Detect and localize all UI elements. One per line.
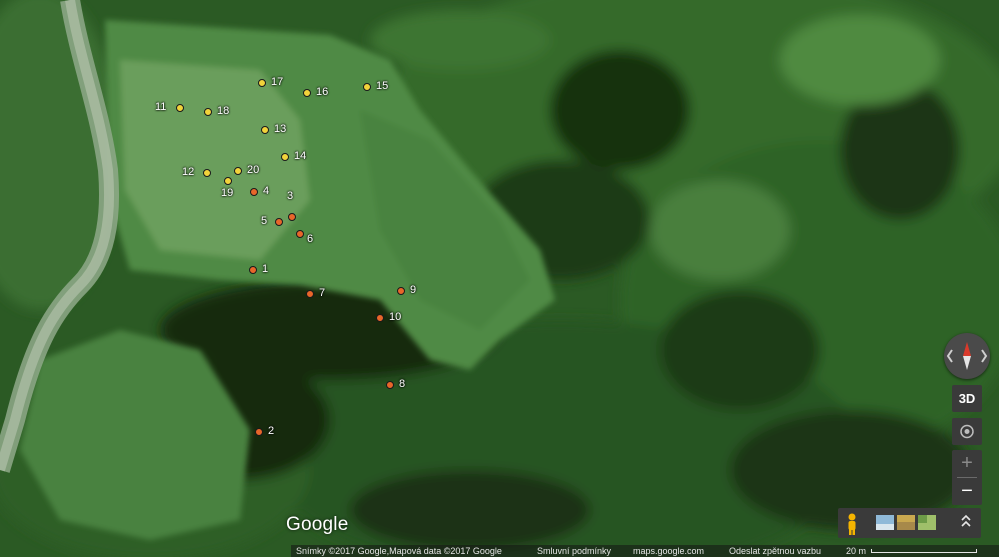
marker-label-9: 9 [410,284,417,296]
map-marker-14[interactable] [281,153,289,161]
map-marker-16[interactable] [303,89,311,97]
map-marker-17[interactable] [258,79,266,87]
pegman-icon[interactable] [848,513,856,536]
marker-label-18: 18 [217,105,230,117]
zoom-control: + − [952,450,982,505]
attribution-text: Snímky ©2017 Google,Mapová data ©2017 Go… [296,546,502,556]
map-marker-13[interactable] [261,126,269,134]
map-marker-12[interactable] [203,169,211,177]
terms-link[interactable]: Smluvní podmínky [537,546,611,557]
marker-label-11: 11 [155,101,167,113]
zoom-out-button[interactable]: − [952,478,982,505]
my-location-button[interactable] [952,418,982,445]
marker-label-2: 2 [268,425,275,437]
map-marker-18[interactable] [204,108,212,116]
marker-label-4: 4 [263,185,270,197]
satellite-map[interactable] [0,0,999,557]
map-marker-9[interactable] [397,287,405,295]
zoom-in-button[interactable]: + [952,450,982,477]
marker-label-5: 5 [261,215,268,227]
marker-label-8: 8 [399,378,406,390]
map-marker-4[interactable] [250,188,258,196]
3d-button[interactable]: 3D [952,385,982,412]
layer-bar [838,508,981,538]
marker-label-3: 3 [287,190,294,202]
marker-label-6: 6 [307,233,314,245]
chevron-up-icon[interactable] [961,514,971,527]
compass-icon[interactable] [944,333,990,379]
map-marker-15[interactable] [363,83,371,91]
map-marker-3[interactable] [288,213,296,221]
marker-label-12: 12 [182,166,195,178]
map-marker-6[interactable] [296,230,304,238]
map-marker-7[interactable] [306,290,314,298]
marker-label-16: 16 [316,86,329,98]
marker-label-13: 13 [274,123,287,135]
map-marker-8[interactable] [386,381,394,389]
marker-label-19: 19 [221,187,234,199]
map-marker-10[interactable] [376,314,384,322]
feedback-link[interactable]: Odeslat zpětnou vazbu [729,546,821,557]
maps-link[interactable]: maps.google.com [633,546,704,557]
location-target-icon [960,424,974,439]
marker-label-1: 1 [262,263,269,275]
imagery-thumbnails[interactable] [876,515,936,530]
map-marker-20[interactable] [234,167,242,175]
compass-needle-icon [946,342,988,370]
marker-label-20: 20 [247,164,260,176]
marker-label-10: 10 [389,311,402,323]
map-marker-1[interactable] [249,266,257,274]
marker-label-17: 17 [271,76,284,88]
map-marker-11[interactable] [176,104,184,112]
map-marker-5[interactable] [275,218,283,226]
map-marker-2[interactable] [255,428,263,436]
marker-label-15: 15 [376,80,389,92]
google-logo: Google [286,514,349,535]
scale-bar [871,549,977,553]
layer-bar-graphics [848,513,971,536]
scale-label: 20 m [846,546,867,556]
marker-label-7: 7 [319,287,326,299]
map-marker-19[interactable] [224,177,232,185]
marker-label-14: 14 [294,150,307,162]
